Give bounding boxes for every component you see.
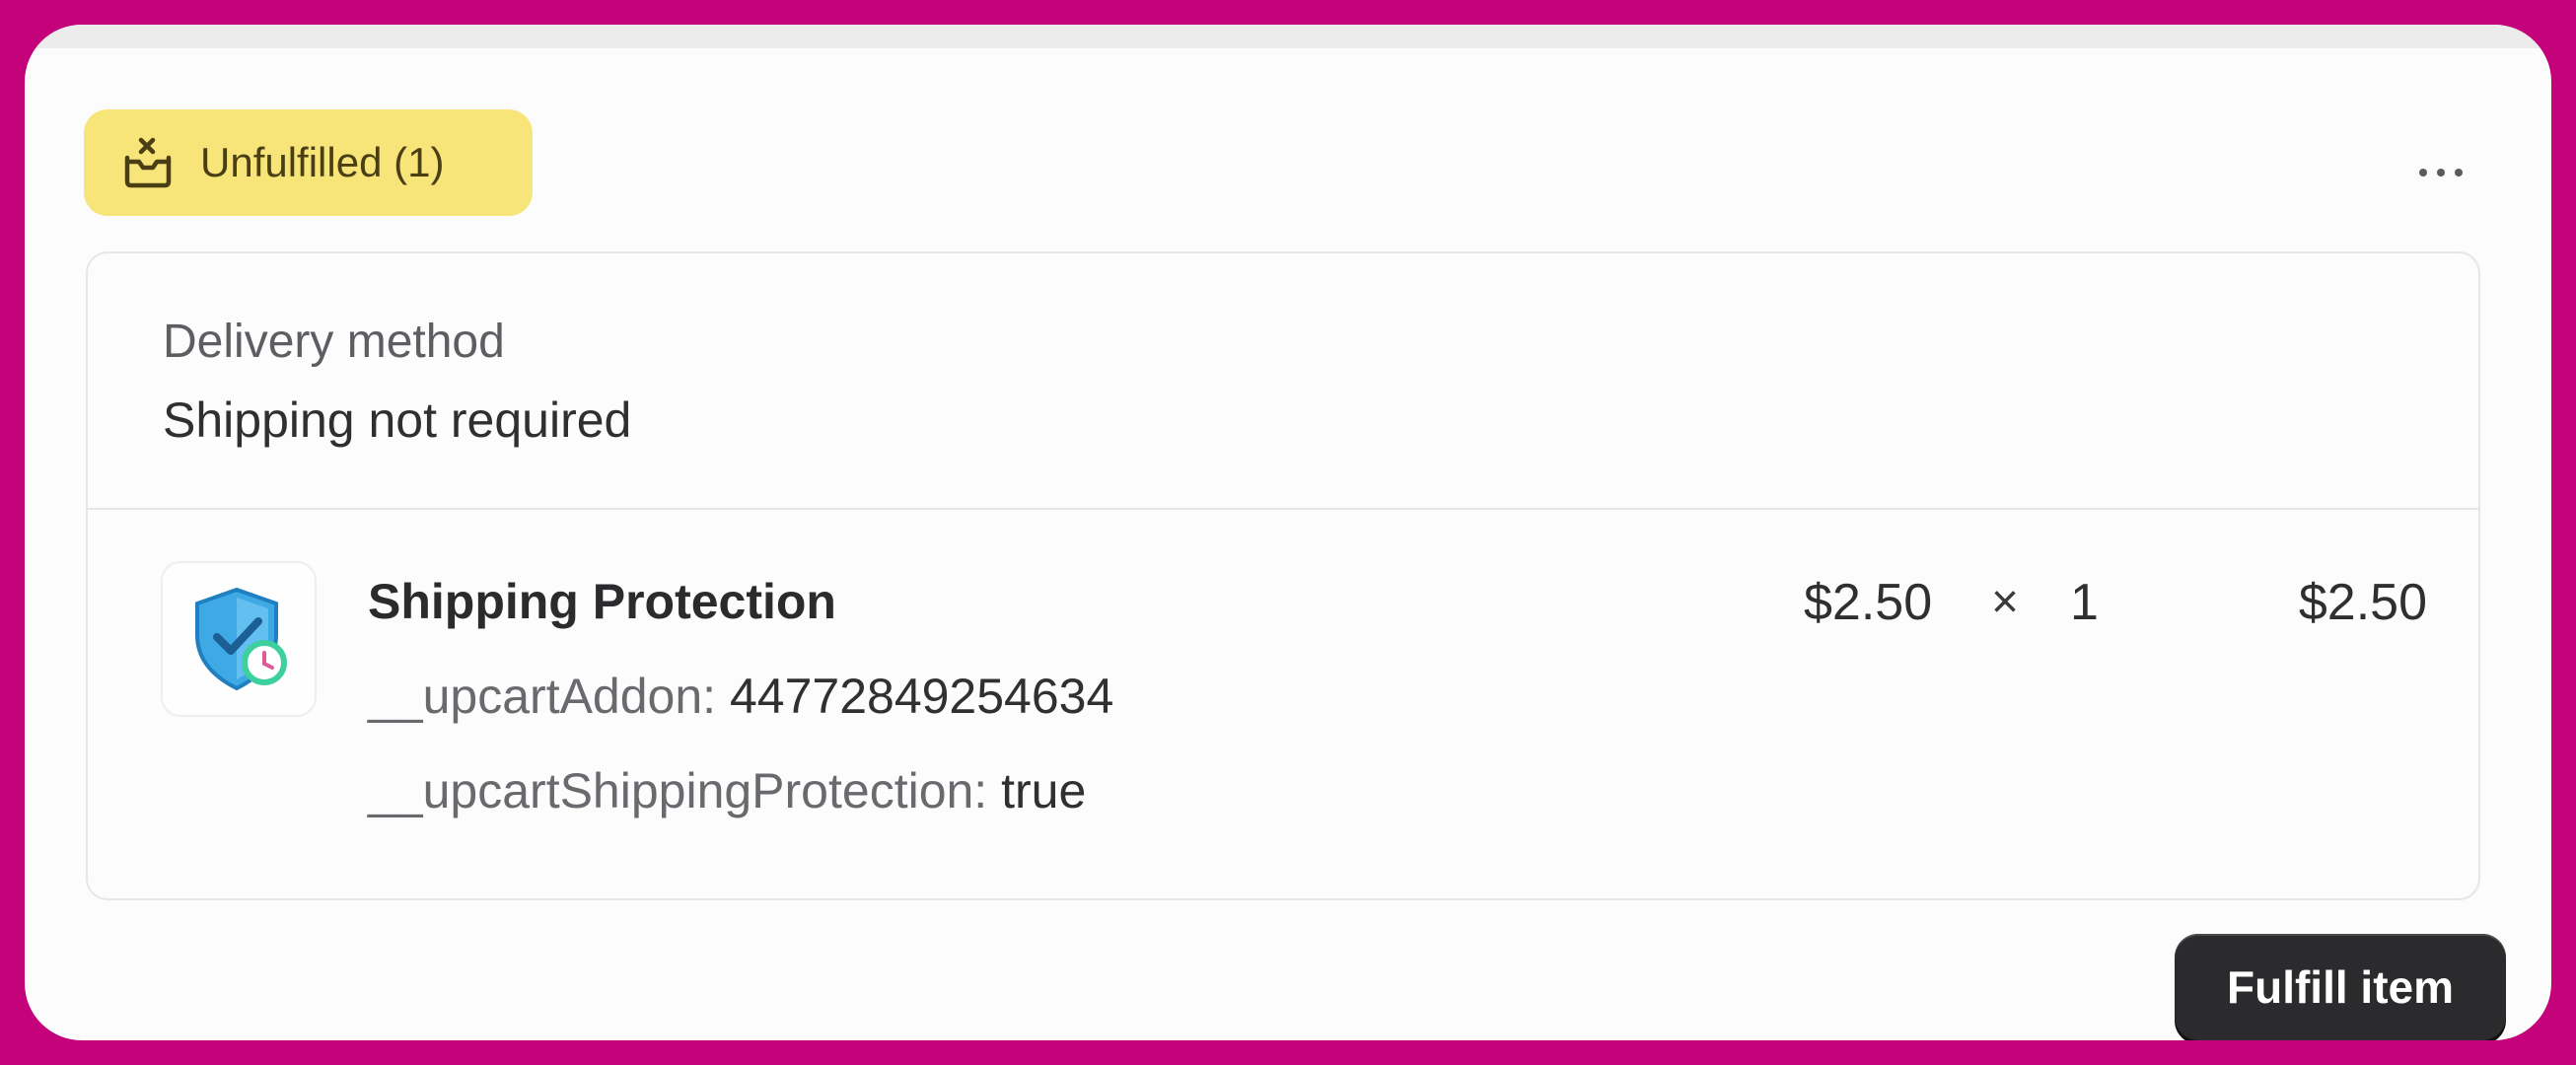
ellipsis-icon bbox=[2455, 169, 2463, 177]
unit-price: $2.50 bbox=[1804, 574, 1933, 631]
delivery-method-label: Delivery method bbox=[163, 316, 505, 368]
fulfillment-details-panel: Delivery method Shipping not required Sh… bbox=[86, 251, 2480, 900]
multiply-symbol: × bbox=[1991, 576, 2020, 628]
ellipsis-icon bbox=[2437, 169, 2445, 177]
status-badge-label: Unfulfilled (1) bbox=[200, 139, 445, 185]
more-actions-button[interactable] bbox=[2401, 143, 2480, 202]
fulfillment-card: Unfulfilled (1) Delivery method Shipping… bbox=[25, 25, 2551, 1040]
fulfill-item-button[interactable]: Fulfill item bbox=[2175, 934, 2506, 1040]
line-item: Shipping Protection __upcartAddon: 44772… bbox=[88, 510, 2478, 900]
shield-check-clock-icon bbox=[179, 578, 298, 701]
line-item-property: __upcartShippingProtection: true bbox=[368, 762, 1086, 819]
product-thumbnail[interactable] bbox=[161, 561, 317, 717]
property-key: __upcartShippingProtection: bbox=[368, 763, 988, 818]
property-key: __upcartAddon: bbox=[368, 669, 717, 724]
line-total: $2.50 bbox=[2298, 574, 2427, 631]
property-value: 44772849254634 bbox=[729, 669, 1114, 724]
ellipsis-icon bbox=[2419, 169, 2427, 177]
delivery-method-value: Shipping not required bbox=[163, 392, 632, 448]
quantity: 1 bbox=[2070, 574, 2099, 631]
property-value: true bbox=[1001, 763, 1087, 818]
product-name[interactable]: Shipping Protection bbox=[368, 573, 836, 630]
package-unfulfilled-icon bbox=[121, 136, 175, 189]
unfulfilled-status-badge: Unfulfilled (1) bbox=[84, 109, 533, 216]
delivery-method-section: Delivery method Shipping not required bbox=[88, 253, 2478, 510]
line-item-property: __upcartAddon: 44772849254634 bbox=[368, 668, 1113, 725]
card-top-edge bbox=[25, 25, 2551, 48]
